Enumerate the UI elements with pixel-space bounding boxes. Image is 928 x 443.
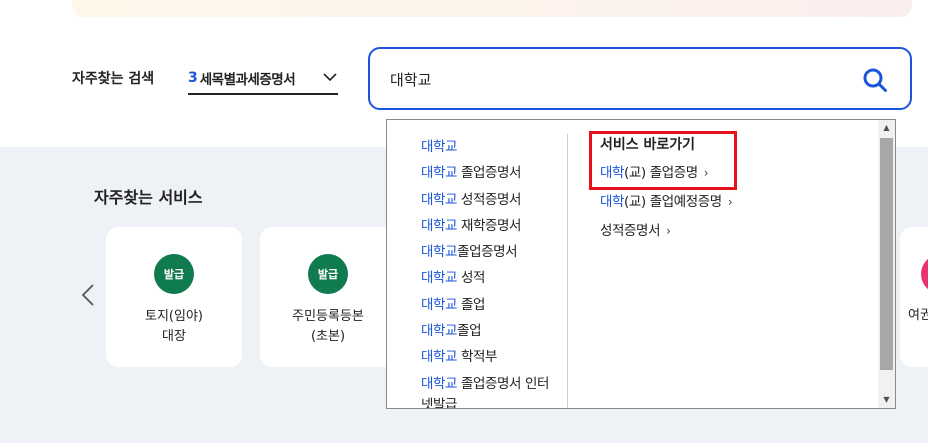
issue-badge: 발급 [154,254,194,294]
search-input[interactable] [390,65,830,93]
chevron-down-icon [323,73,337,82]
chevron-left-icon[interactable] [80,283,96,307]
suggestion-match: 대학교 [421,191,458,208]
service-card-passport[interactable]: 여권 [900,227,928,367]
faq-search-select[interactable]: 3 세목별과세증명서 [188,63,338,95]
suggestion-rest: 재학증명서 [457,217,522,234]
suggestion-rest: 성적 [457,270,485,287]
dropdown-scrollbar[interactable]: ▲ ▼ [878,120,895,408]
highlight-box [589,131,737,190]
shortcut-item-transcript[interactable]: 성적증명서 › [600,217,895,246]
service-card-label: 주민등록등본 (초본) [260,307,396,347]
service-card-line2: (초본) [310,329,346,344]
suggestion-match: 대학교 [421,375,458,392]
suggestion-rest: 성적증명서 [457,191,522,208]
service-card-label: 여권 [908,308,928,323]
suggestion-list: 대학교 대학교 졸업증명서 대학교 성적증명서 대학교 재학증명서 대학교졸업증… [421,134,571,409]
suggestion-match: 대학교 [421,323,458,340]
autocomplete-dropdown: 대학교 대학교 졸업증명서 대학교 성적증명서 대학교 재학증명서 대학교졸업증… [386,119,896,409]
suggestion-match: 대학교 [421,270,458,287]
service-card-land[interactable]: 발급 토지(임야) 대장 [106,227,242,367]
chevron-right-icon: › [727,195,733,209]
suggestion-rest: 넷발급 [421,396,458,409]
suggestion-item[interactable]: 넷발급 [421,396,571,409]
services-title: 자주찾는 서비스 [94,188,203,207]
suggestion-item[interactable]: 대학교졸업증명서 [421,239,571,265]
scroll-thumb[interactable] [880,138,893,370]
faq-selected-value: 세목별과세증명서 [199,72,296,88]
suggestion-item[interactable]: 대학교 성적증명서 [421,187,571,213]
shortcut-item-expected-graduation-cert[interactable]: 대학(교) 졸업예정증명 › [600,188,895,217]
suggestion-rest: 학적부 [457,349,498,366]
top-banner [72,0,912,17]
scroll-up-arrow[interactable]: ▲ [878,120,895,136]
service-card-line1: 주민등록등본 [292,309,364,324]
suggestion-rest: 졸업증명서 인터 [457,375,549,392]
suggestion-match: 대학교 [421,296,458,313]
scroll-down-arrow[interactable]: ▼ [878,392,895,408]
shortcut-rest: 성적증명서 [600,223,661,239]
shortcut-match: 대학 [600,194,625,210]
dropdown-divider [567,134,568,408]
chevron-right-icon: › [666,224,671,238]
shortcut-rest: (교) 졸업예정증명 [624,194,722,210]
suggestion-item[interactable]: 대학교 성적 [421,265,571,291]
service-card-resident[interactable]: 발급 주민등록등본 (초본) [260,227,396,367]
suggestion-rest: 졸업 [457,296,485,313]
suggestion-match: 대학교 [421,244,458,261]
faq-rank-number: 3 [188,70,198,86]
issue-badge [921,254,928,294]
suggestion-item[interactable]: 대학교 졸업증명서 인터 [421,371,571,397]
suggestion-match: 대학교 [421,139,458,155]
suggestion-match: 대학교 [421,349,458,366]
suggestion-rest: 졸업증명서 [457,165,522,182]
suggestion-item[interactable]: 대학교 [421,134,571,160]
service-card-label: 토지(임야) 대장 [106,307,242,347]
service-card-line1: 토지(임야) [145,309,203,324]
search-box [368,47,912,110]
faq-search-label: 자주찾는 검색 [72,71,155,87]
suggestion-match: 대학교 [421,217,458,234]
suggestion-rest: 졸업 [457,323,482,340]
suggestion-item[interactable]: 대학교졸업 [421,318,571,344]
suggestion-item[interactable]: 대학교 재학증명서 [421,213,571,239]
search-icon[interactable] [862,67,888,93]
suggestion-item[interactable]: 대학교 졸업 [421,292,571,318]
suggestion-match: 대학교 [421,165,458,182]
suggestion-item[interactable]: 대학교 졸업증명서 [421,160,571,186]
suggestion-item[interactable]: 대학교 학적부 [421,344,571,370]
suggestion-rest: 졸업증명서 [457,244,518,261]
service-card-line2: 대장 [162,329,186,344]
issue-badge: 발급 [308,254,348,294]
